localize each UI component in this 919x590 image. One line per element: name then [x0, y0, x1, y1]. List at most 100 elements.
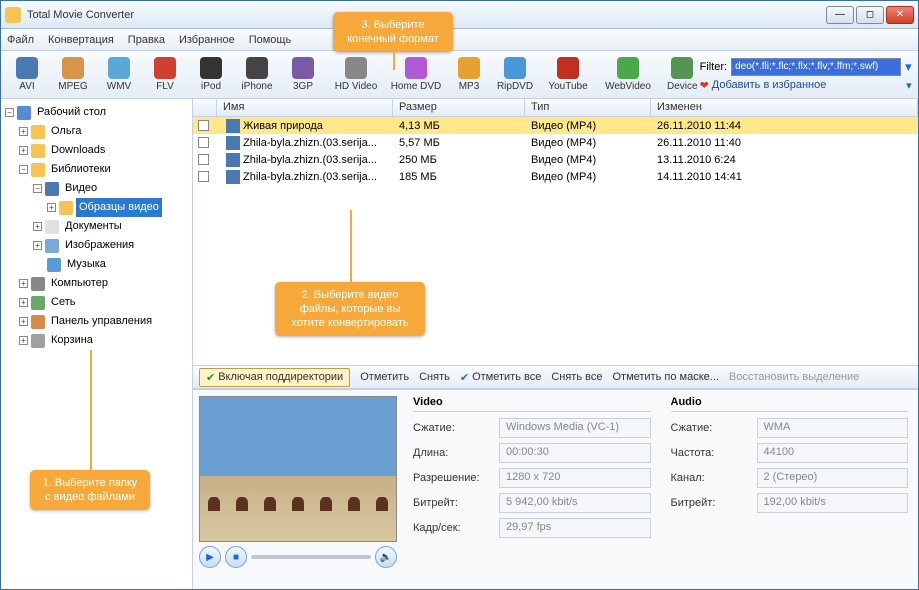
- expand-icon[interactable]: +: [19, 279, 28, 288]
- collapse-icon[interactable]: −: [5, 108, 14, 117]
- favorites-dropdown-icon[interactable]: ▾: [906, 79, 912, 92]
- expand-icon[interactable]: +: [19, 298, 28, 307]
- add-favorites-link[interactable]: ❤ Добавить в избранное ▾: [700, 79, 912, 92]
- maximize-button[interactable]: ◻: [856, 6, 884, 24]
- menu-правка[interactable]: Правка: [128, 34, 165, 46]
- video-file-icon: [226, 170, 240, 184]
- format-webvideo[interactable]: WebVideo: [599, 54, 657, 96]
- expand-icon[interactable]: +: [19, 146, 28, 155]
- format-ripdvd[interactable]: RipDVD: [493, 54, 537, 96]
- col-size[interactable]: Размер: [393, 99, 525, 116]
- file-row[interactable]: Zhila-byla.zhizn.(03.serija...185 МБВиде…: [193, 168, 918, 185]
- expand-icon[interactable]: +: [19, 336, 28, 345]
- format-toolbar: AVIMPEGWMVFLViPodiPhone3GPHD VideoHome D…: [1, 51, 918, 99]
- expand-icon[interactable]: +: [33, 222, 42, 231]
- format-mp3[interactable]: MP3: [447, 54, 491, 96]
- format-flv[interactable]: FLV: [143, 54, 187, 96]
- selection-toolbar: ✔Включая поддиректории Отметить Снять ✔О…: [193, 365, 918, 389]
- ripdvd-icon: [504, 57, 526, 79]
- home dvd-icon: [405, 57, 427, 79]
- video-file-icon: [226, 153, 240, 167]
- collapse-icon[interactable]: −: [19, 165, 28, 174]
- tree-control[interactable]: Панель управления: [48, 312, 155, 331]
- format-avi[interactable]: AVI: [5, 54, 49, 96]
- folder-icon: [31, 125, 45, 139]
- format-3gp[interactable]: 3GP: [281, 54, 325, 96]
- include-subdirs-button[interactable]: ✔Включая поддиректории: [199, 368, 350, 387]
- tree-images[interactable]: Изображения: [62, 236, 137, 255]
- filter-label: Filter:: [700, 61, 728, 73]
- col-name[interactable]: Имя: [217, 99, 393, 116]
- format-wmv[interactable]: WMV: [97, 54, 141, 96]
- preview-panel: ▶ ■ 🔈 Video Сжатие:Windows Media (VC-1) …: [193, 389, 918, 589]
- collapse-icon[interactable]: −: [33, 184, 42, 193]
- iphone-icon: [246, 57, 268, 79]
- app-icon: [5, 7, 21, 23]
- menubar: Файл Конвертация Правка Избранное Помощь: [1, 29, 918, 51]
- tree-documents[interactable]: Документы: [62, 217, 125, 236]
- uncheck-all-button[interactable]: Снять все: [551, 371, 602, 383]
- restore-selection-button[interactable]: Восстановить выделение: [729, 371, 859, 383]
- folder-icon: [31, 144, 45, 158]
- tree-libraries[interactable]: Библиотеки: [48, 160, 114, 179]
- documents-icon: [45, 220, 59, 234]
- menu-помощь[interactable]: Помощь: [249, 34, 292, 46]
- file-row[interactable]: Живая природа4,13 МБВидео (MP4)26.11.201…: [193, 117, 918, 134]
- tree-music[interactable]: Музыка: [64, 255, 109, 274]
- flv-icon: [154, 57, 176, 79]
- check-button[interactable]: Отметить: [360, 371, 409, 383]
- seek-slider[interactable]: [251, 555, 371, 559]
- col-modified[interactable]: Изменен: [651, 99, 918, 116]
- tree-video[interactable]: Видео: [62, 179, 100, 198]
- filter-dropdown-icon[interactable]: ▾: [905, 59, 912, 75]
- images-icon: [45, 239, 59, 253]
- heart-icon: ❤: [700, 79, 709, 92]
- col-type[interactable]: Тип: [525, 99, 651, 116]
- device-icon: [671, 57, 693, 79]
- format-hdvideo[interactable]: HD Video: [327, 54, 385, 96]
- check-by-mask-button[interactable]: Отметить по маске...: [612, 371, 718, 383]
- format-mpeg[interactable]: MPEG: [51, 54, 95, 96]
- mp3-icon: [458, 57, 480, 79]
- file-checkbox[interactable]: [198, 137, 209, 148]
- format-ipod[interactable]: iPod: [189, 54, 233, 96]
- expand-icon[interactable]: +: [33, 241, 42, 250]
- recycle-bin-icon: [31, 334, 45, 348]
- play-button[interactable]: ▶: [199, 546, 221, 568]
- format-iphone[interactable]: iPhone: [235, 54, 279, 96]
- tree-network[interactable]: Сеть: [48, 293, 78, 312]
- tree-bin[interactable]: Корзина: [48, 331, 96, 350]
- tree-olga[interactable]: Ольга: [48, 122, 84, 141]
- file-checkbox[interactable]: [198, 154, 209, 165]
- file-row[interactable]: Zhila-byla.zhizn.(03.serija...250 МБВиде…: [193, 151, 918, 168]
- expand-icon[interactable]: +: [19, 127, 28, 136]
- tree-desktop[interactable]: Рабочий стол: [34, 103, 109, 122]
- tree-computer[interactable]: Компьютер: [48, 274, 111, 293]
- expand-icon[interactable]: +: [47, 203, 56, 212]
- format-homedvd[interactable]: Home DVD: [387, 54, 445, 96]
- menu-файл[interactable]: Файл: [7, 34, 34, 46]
- tree-samples-selected[interactable]: Образцы видео: [76, 198, 162, 217]
- stop-button[interactable]: ■: [225, 546, 247, 568]
- device-button[interactable]: Device: [667, 54, 698, 96]
- audio-props-header: Audio: [671, 396, 909, 412]
- menu-конвертация[interactable]: Конвертация: [48, 34, 114, 46]
- format-youtube[interactable]: YouTube: [539, 54, 597, 96]
- menu-избранное[interactable]: Избранное: [179, 34, 235, 46]
- file-row[interactable]: Zhila-byla.zhizn.(03.serija...5,57 МБВид…: [193, 134, 918, 151]
- audio-frequency: 44100: [757, 443, 909, 463]
- file-checkbox[interactable]: [198, 171, 209, 182]
- check-all-button[interactable]: ✔Отметить все: [460, 371, 541, 384]
- volume-button[interactable]: 🔈: [375, 546, 397, 568]
- filter-input[interactable]: [731, 58, 901, 76]
- close-button[interactable]: ✕: [886, 6, 914, 24]
- video-length: 00:00:30: [499, 443, 651, 463]
- uncheck-button[interactable]: Снять: [419, 371, 450, 383]
- tree-downloads[interactable]: Downloads: [48, 141, 108, 160]
- video-thumbnail: [199, 396, 397, 542]
- expand-icon[interactable]: +: [19, 317, 28, 326]
- minimize-button[interactable]: —: [826, 6, 854, 24]
- folder-icon: [59, 201, 73, 215]
- video-file-icon: [226, 136, 240, 150]
- file-checkbox[interactable]: [198, 120, 209, 131]
